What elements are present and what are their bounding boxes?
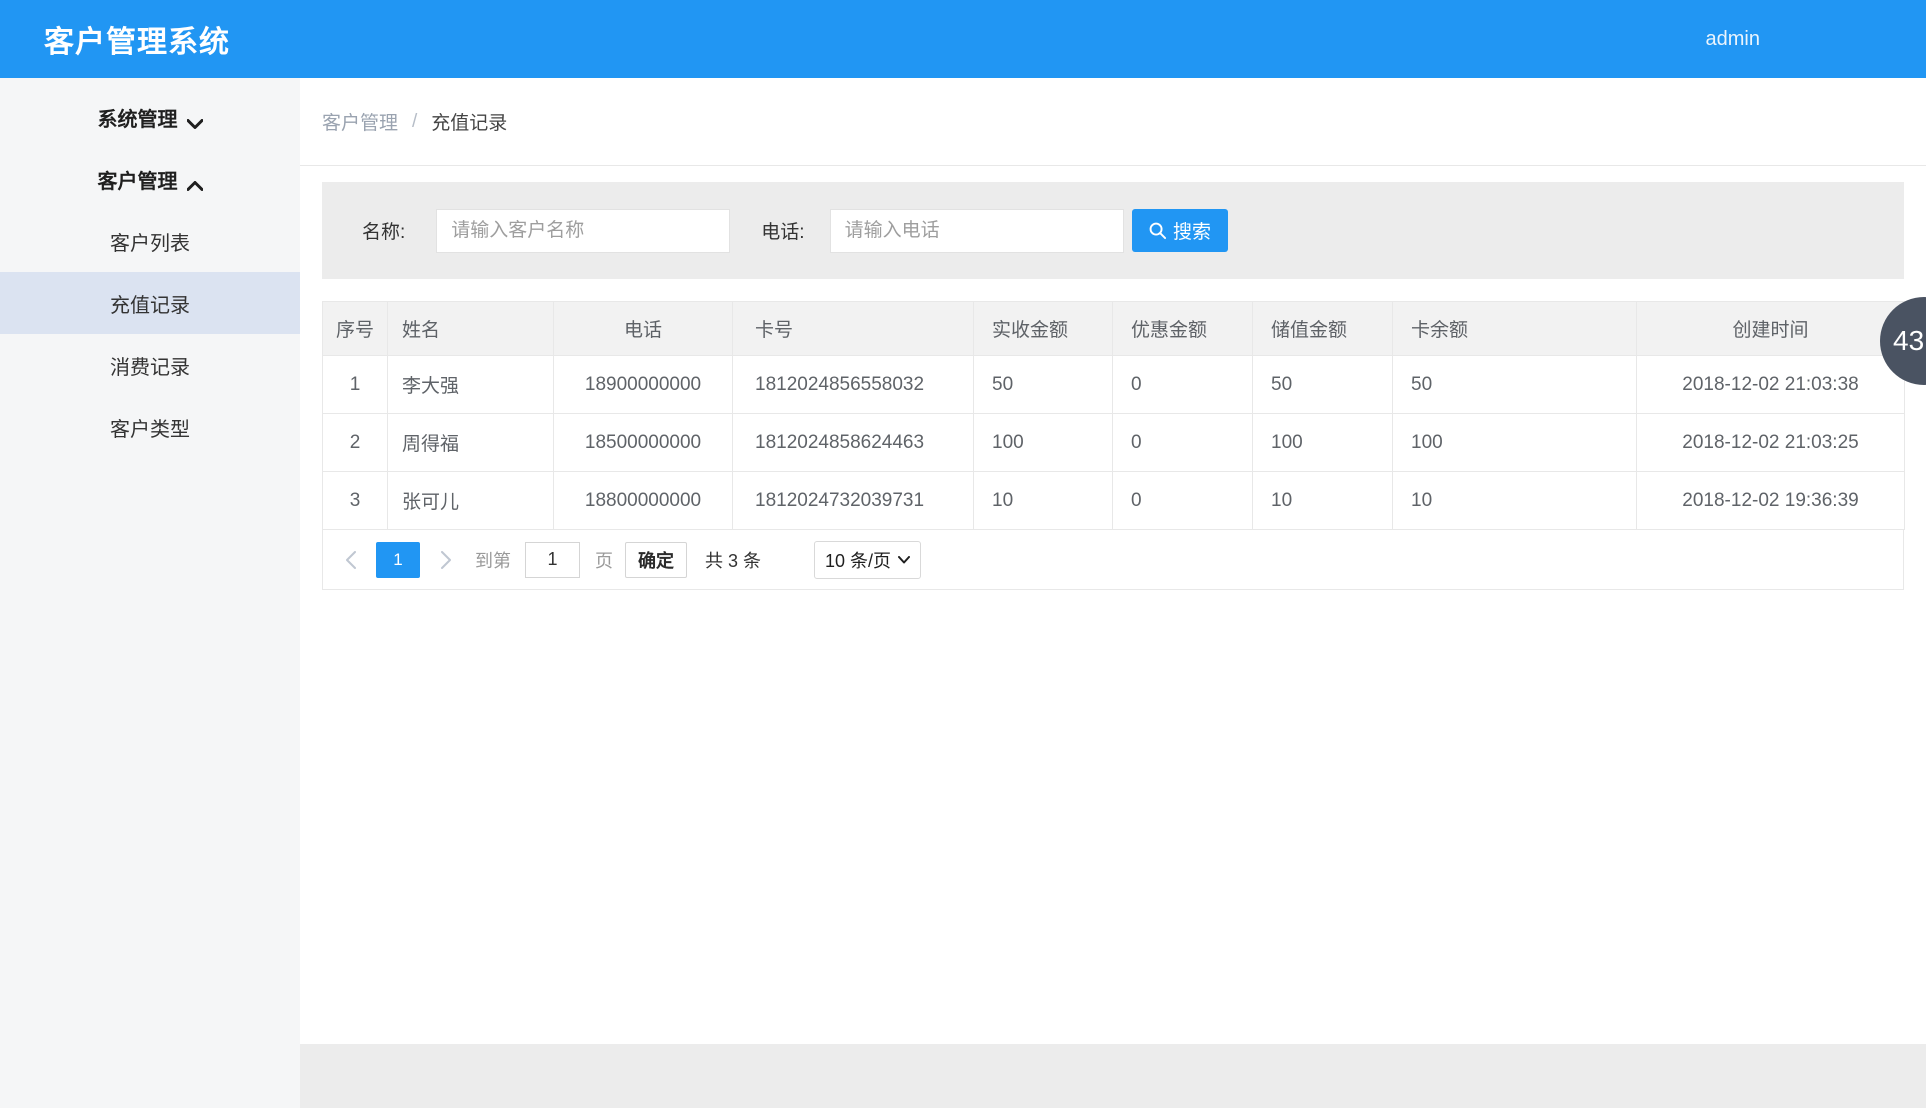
table-cell: 50 — [974, 356, 1113, 414]
table-cell: 2018-12-02 21:03:25 — [1637, 414, 1905, 472]
breadcrumb-separator: / — [412, 111, 417, 133]
column-header: 优惠金额 — [1113, 302, 1253, 356]
table-header-row: 序号姓名电话卡号实收金额优惠金额储值金额卡余额创建时间 — [323, 302, 1905, 356]
chevron-down-icon — [187, 112, 203, 122]
sidebar-item-customer-list[interactable]: 客户列表 — [0, 210, 300, 272]
column-header: 储值金额 — [1253, 302, 1393, 356]
column-header: 电话 — [554, 302, 733, 356]
goto-confirm-button[interactable]: 确定 — [625, 542, 687, 578]
next-page-icon[interactable] — [441, 551, 455, 569]
page-unit-label: 页 — [595, 547, 613, 573]
table-cell: 18800000000 — [554, 472, 733, 530]
goto-page-label: 到第 — [475, 547, 511, 573]
table-cell: 0 — [1113, 356, 1253, 414]
page-number-button[interactable]: 1 — [376, 542, 420, 578]
app-header: 客户管理系统 admin — [0, 0, 1926, 78]
table-cell: 周得福 — [388, 414, 554, 472]
breadcrumb-current: 充值记录 — [431, 108, 507, 135]
table-cell: 1812024858624463 — [733, 414, 974, 472]
search-icon — [1148, 221, 1167, 240]
table-cell: 10 — [1253, 472, 1393, 530]
column-header: 创建时间 — [1637, 302, 1905, 356]
user-menu[interactable]: admin — [1706, 28, 1760, 51]
table-cell: 1812024732039731 — [733, 472, 974, 530]
table-cell: 100 — [1393, 414, 1637, 472]
sidebar-item-recharge-records[interactable]: 充值记录 — [0, 272, 300, 334]
column-header: 卡余额 — [1393, 302, 1637, 356]
sidebar: 系统管理 客户管理 客户列表 充值记录 消费记录 客户类型 — [0, 78, 300, 1108]
table-cell: 10 — [1393, 472, 1637, 530]
breadcrumb: 客户管理 / 充值记录 — [300, 78, 1926, 166]
table-cell: 100 — [1253, 414, 1393, 472]
customer-name-input[interactable] — [436, 209, 730, 253]
goto-page-input[interactable] — [525, 542, 580, 578]
table-cell: 2018-12-02 21:03:38 — [1637, 356, 1905, 414]
table-cell: 10 — [974, 472, 1113, 530]
column-header: 姓名 — [388, 302, 554, 356]
table-cell: 50 — [1393, 356, 1637, 414]
page-size-select[interactable]: 10 条/页 — [814, 541, 921, 579]
name-label: 名称: — [362, 217, 405, 244]
table-cell: 0 — [1113, 414, 1253, 472]
main-content: 客户管理 / 充值记录 名称: 电话: 搜索 序号姓名电话卡号实收金额优惠金额储… — [300, 78, 1926, 1108]
table-cell: 1812024856558032 — [733, 356, 974, 414]
column-header: 实收金额 — [974, 302, 1113, 356]
table-cell: 18500000000 — [554, 414, 733, 472]
table-row: 3张可儿188000000001812024732039731100101020… — [323, 472, 1905, 530]
chevron-down-icon — [898, 556, 910, 564]
table-row: 2周得福185000000001812024858624463100010010… — [323, 414, 1905, 472]
column-header: 卡号 — [733, 302, 974, 356]
records-table-container: 序号姓名电话卡号实收金额优惠金额储值金额卡余额创建时间 1李大强18900000… — [322, 301, 1904, 590]
table-row: 1李大强189000000001812024856558032500505020… — [323, 356, 1905, 414]
table-cell: 2 — [323, 414, 388, 472]
table-cell: 50 — [1253, 356, 1393, 414]
column-header: 序号 — [323, 302, 388, 356]
table-cell: 0 — [1113, 472, 1253, 530]
search-button[interactable]: 搜索 — [1132, 209, 1228, 252]
chevron-up-icon — [187, 174, 203, 184]
sidebar-item-consumption-records[interactable]: 消费记录 — [0, 334, 300, 396]
table-cell: 3 — [323, 472, 388, 530]
table-cell: 2018-12-02 19:36:39 — [1637, 472, 1905, 530]
table-cell: 李大强 — [388, 356, 554, 414]
search-panel: 名称: 电话: 搜索 — [322, 182, 1904, 279]
table-cell: 100 — [974, 414, 1113, 472]
phone-label: 电话: — [761, 217, 804, 244]
table-cell: 1 — [323, 356, 388, 414]
phone-input[interactable] — [830, 209, 1124, 253]
app-title: 客户管理系统 — [44, 17, 230, 61]
prev-page-icon[interactable] — [346, 551, 360, 569]
sidebar-item-customer-types[interactable]: 客户类型 — [0, 396, 300, 458]
records-table: 序号姓名电话卡号实收金额优惠金额储值金额卡余额创建时间 1李大强18900000… — [322, 301, 1905, 530]
table-cell: 张可儿 — [388, 472, 554, 530]
breadcrumb-parent[interactable]: 客户管理 — [322, 108, 398, 135]
sidebar-group-customer[interactable]: 客户管理 — [0, 148, 300, 210]
pagination-bar: 1 到第 页 确定 共 3 条 10 条/页 — [322, 530, 1904, 590]
table-cell: 18900000000 — [554, 356, 733, 414]
footer-bar — [300, 1044, 1926, 1108]
total-count-label: 共 3 条 — [705, 547, 761, 573]
sidebar-group-system[interactable]: 系统管理 — [0, 86, 300, 148]
